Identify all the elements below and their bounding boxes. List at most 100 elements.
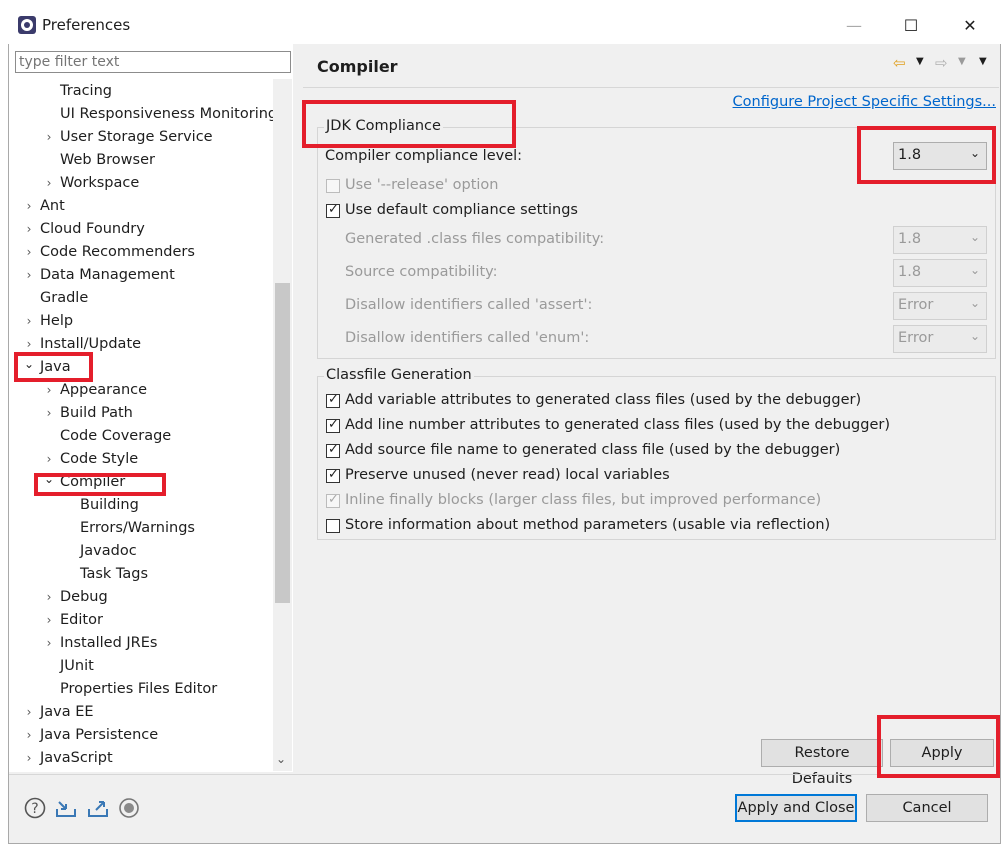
tree-item[interactable]: JUnit (9, 655, 271, 678)
tree-item-label: Properties Files Editor (60, 681, 218, 697)
chevron-down-icon[interactable]: ⌄ (22, 353, 36, 376)
scroll-down-icon[interactable]: ⌄ (276, 752, 286, 766)
classfile-option-checkbox[interactable]: ✓ (326, 392, 340, 408)
tree-item[interactable]: Gradle (9, 287, 271, 310)
default-compliance-checkbox[interactable]: ✓ (326, 202, 340, 218)
forward-arrow-icon[interactable]: ⇨ (935, 54, 948, 72)
tree-item[interactable]: › Data Management (9, 264, 271, 287)
enum-identifier-value: Error (898, 330, 934, 346)
chevron-right-icon[interactable]: › (42, 379, 56, 402)
chevron-right-icon[interactable]: › (22, 195, 36, 218)
classfile-option-label: Add line number attributes to generated … (345, 417, 890, 433)
enum-identifier-select[interactable]: Error ⌄ (893, 325, 987, 353)
classfile-option-checkbox[interactable]: ✓ (326, 417, 340, 433)
apply-button[interactable]: Apply (890, 739, 994, 767)
chevron-right-icon[interactable]: › (42, 402, 56, 425)
tree-item[interactable]: › Debug (9, 586, 271, 609)
generated-compat-select[interactable]: 1.8 ⌄ (893, 226, 987, 254)
configure-project-link[interactable]: Configure Project Specific Settings... (733, 94, 996, 110)
tree-item[interactable]: › User Storage Service (9, 126, 271, 149)
chevron-right-icon[interactable]: › (22, 264, 36, 287)
tree-item[interactable]: UI Responsiveness Monitoring (9, 103, 273, 126)
chevron-right-icon[interactable]: › (42, 609, 56, 632)
classfile-option-checkbox[interactable] (326, 519, 340, 533)
cancel-button[interactable]: Cancel (866, 794, 988, 822)
release-option-checkbox[interactable] (326, 179, 340, 193)
close-icon: ✕ (963, 15, 977, 35)
chevron-down-icon[interactable]: ⌄ (42, 468, 56, 491)
tree-item[interactable]: Javadoc (9, 540, 271, 563)
back-dropdown-icon[interactable]: ▼ (916, 56, 924, 67)
tree-item[interactable]: › Code Recommenders (9, 241, 271, 264)
maximize-button[interactable]: ☐ (888, 6, 934, 44)
help-icon[interactable]: ? (23, 796, 47, 820)
back-arrow-icon[interactable]: ⇦ (893, 54, 906, 72)
tree-item[interactable]: › Appearance (9, 379, 271, 402)
tree-item[interactable]: ⌄ Java (9, 356, 271, 379)
classfile-option-checkbox[interactable]: ✓ (326, 442, 340, 458)
tree-item-label: Build Path (60, 405, 133, 421)
chevron-right-icon[interactable]: › (42, 632, 56, 655)
import-icon[interactable] (54, 796, 78, 820)
preference-tree[interactable]: Tracing UI Responsiveness Monitoring › User… (9, 79, 273, 771)
tree-item[interactable]: Properties Files Editor (9, 678, 271, 701)
tree-item[interactable]: › Ant (9, 195, 271, 218)
tree-item[interactable]: › Build Path (9, 402, 271, 425)
tree-item[interactable]: › Help (9, 310, 271, 333)
tree-item-label: Tracing (60, 83, 112, 99)
tree-item-label: Workspace (60, 175, 140, 191)
export-icon[interactable] (86, 796, 110, 820)
tree-item[interactable]: › JavaScript (9, 747, 271, 770)
chevron-right-icon[interactable]: › (42, 126, 56, 149)
chevron-right-icon[interactable]: › (22, 241, 36, 264)
tree-scrollbar-thumb[interactable] (275, 283, 290, 603)
chevron-right-icon[interactable]: › (22, 724, 36, 747)
filter-input[interactable] (15, 51, 291, 73)
classfile-option-checkbox[interactable]: ✓ (326, 492, 340, 508)
tree-item[interactable]: Building (9, 494, 271, 517)
source-compat-label: Source compatibility: (345, 264, 498, 280)
tree-item[interactable]: ⌄ Compiler (9, 471, 271, 494)
classfile-option-label: Add source file name to generated class … (345, 442, 841, 458)
chevron-right-icon[interactable]: › (42, 586, 56, 609)
classfile-option-checkbox[interactable]: ✓ (326, 467, 340, 483)
chevron-right-icon[interactable]: › (22, 701, 36, 724)
restore-defaults-button[interactable]: Restore Defaults (761, 739, 883, 787)
tree-item-label: Code Style (60, 451, 139, 467)
view-menu-icon[interactable]: ▼ (979, 56, 987, 67)
checkmark-icon: ✓ (328, 467, 339, 482)
tree-item[interactable]: › Java EE (9, 701, 271, 724)
tree-item[interactable]: › Installed JREs (9, 632, 271, 655)
assert-identifier-select[interactable]: Error ⌄ (893, 292, 987, 320)
tree-item[interactable]: › Cloud Foundry (9, 218, 271, 241)
tree-item[interactable]: Errors/Warnings (9, 517, 271, 540)
tree-item-label: Code Coverage (60, 428, 172, 444)
tree-item[interactable]: › Java Persistence (9, 724, 271, 747)
tree-item-label: Errors/Warnings (80, 520, 195, 536)
tree-item[interactable]: Tracing (9, 80, 271, 103)
pane-splitter[interactable] (293, 44, 303, 774)
chevron-right-icon[interactable]: › (22, 747, 36, 770)
tree-item[interactable]: › Editor (9, 609, 271, 632)
minimize-button[interactable]: — (831, 6, 877, 44)
tree-item[interactable]: Web Browser (9, 149, 271, 172)
tree-item[interactable]: › Install/Update (9, 333, 271, 356)
tree-item[interactable]: › Workspace (9, 172, 271, 195)
forward-dropdown-icon[interactable]: ▼ (958, 56, 966, 67)
compliance-level-select[interactable]: 1.8 ⌄ (893, 142, 987, 170)
default-compliance-label: Use default compliance settings (345, 202, 578, 218)
record-icon[interactable] (117, 796, 141, 820)
chevron-right-icon[interactable]: › (42, 172, 56, 195)
tree-item[interactable]: Task Tags (9, 563, 271, 586)
footer-separator (9, 774, 999, 775)
source-compat-select[interactable]: 1.8 ⌄ (893, 259, 987, 287)
apply-and-close-button[interactable]: Apply and Close (735, 794, 857, 822)
tree-item-label: Editor (60, 612, 103, 628)
chevron-down-icon: ⌄ (969, 329, 980, 343)
chevron-down-icon: ⌄ (969, 263, 980, 277)
chevron-right-icon[interactable]: › (22, 310, 36, 333)
close-button[interactable]: ✕ (947, 6, 993, 44)
chevron-right-icon[interactable]: › (22, 218, 36, 241)
compliance-level-value: 1.8 (898, 147, 922, 163)
tree-item[interactable]: Code Coverage (9, 425, 271, 448)
